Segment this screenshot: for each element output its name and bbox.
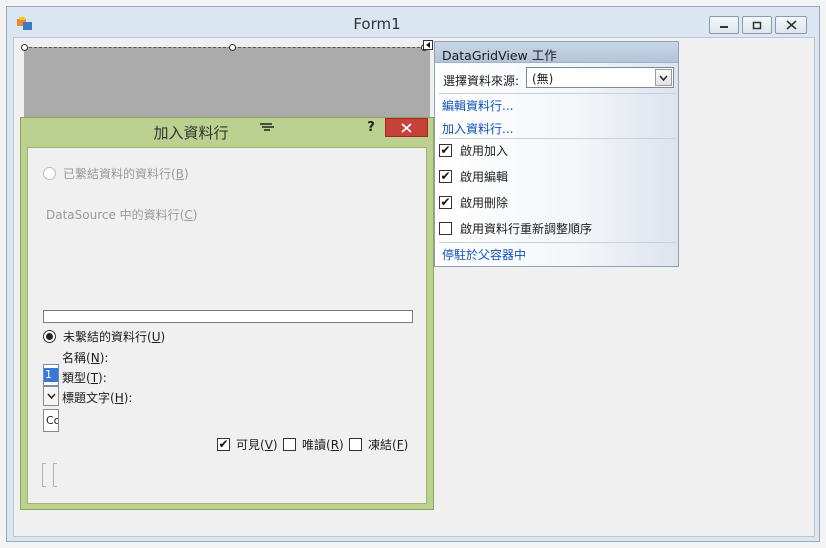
checkbox-box[interactable]: [439, 221, 452, 235]
radio-label: 未繫結的資料行(U): [63, 330, 166, 344]
checkbox-box[interactable]: ✔: [439, 169, 452, 183]
divider: [439, 138, 675, 139]
chevron-down-icon: [659, 75, 668, 81]
add-column-dialog: 加入資料行 ? 已繫結資料的資料行(B) DataSource 中的資料行(C)…: [20, 117, 434, 510]
minimize-button[interactable]: [709, 16, 739, 34]
close-button[interactable]: [775, 16, 807, 34]
datasource-columns-label: DataSource 中的資料行(C): [46, 208, 198, 222]
checkbox-box[interactable]: ✔: [439, 143, 452, 157]
close-icon: [401, 122, 412, 133]
checkbox-box[interactable]: ✔: [217, 437, 230, 451]
add-button[interactable]: [42, 463, 46, 487]
edit-columns-link[interactable]: 編輯資料行...: [442, 97, 513, 114]
checkbox-label: 啟用資料行重新調整順序: [460, 221, 593, 236]
minimize-icon: [720, 26, 728, 28]
type-label: 類型(T):: [62, 371, 107, 385]
checkbox-box[interactable]: ✔: [439, 195, 452, 209]
datasource-combo[interactable]: (無): [526, 67, 674, 88]
smart-tag-button[interactable]: [423, 40, 433, 50]
header-text-input[interactable]: Co: [43, 409, 59, 432]
checkbox-box[interactable]: [283, 437, 296, 451]
frozen-checkbox[interactable]: 凍結(F): [349, 436, 408, 452]
datasource-label: 選擇資料來源:: [443, 74, 520, 88]
type-combo[interactable]: [43, 386, 59, 406]
bound-column-radio[interactable]: 已繫結資料的資料行(B): [43, 165, 189, 182]
resize-handle[interactable]: [21, 44, 28, 51]
checkbox-label: 可見(V): [236, 437, 278, 452]
divider: [439, 242, 675, 243]
enable-editing-checkbox[interactable]: ✔ 啟用編輯: [439, 167, 508, 185]
close-button[interactable]: [53, 463, 57, 487]
window-title: Form1: [353, 15, 401, 33]
dock-in-parent-link[interactable]: 停駐於父容器中: [442, 246, 526, 263]
enable-deleting-checkbox[interactable]: ✔ 啟用刪除: [439, 193, 508, 211]
checkbox-label: 啟用加入: [460, 143, 509, 158]
header-text-label: 標題文字(H):: [62, 391, 133, 405]
name-label: 名稱(N):: [62, 351, 109, 365]
move-cursor-icon: [260, 123, 274, 131]
maximize-button[interactable]: [742, 16, 772, 34]
checkbox-label: 凍結(F): [368, 437, 409, 452]
radio-button[interactable]: [43, 167, 56, 180]
add-column-link[interactable]: 加入資料行...: [442, 120, 513, 137]
dialog-client-area: 已繫結資料的資料行(B) DataSource 中的資料行(C) 未繫結的資料行…: [27, 147, 427, 504]
unbound-column-radio[interactable]: 未繫結的資料行(U): [43, 328, 165, 345]
radio-button[interactable]: [43, 330, 56, 343]
form-titlebar[interactable]: Form1: [7, 7, 819, 37]
datasource-dropdown-button[interactable]: [655, 69, 672, 86]
dialog-title: 加入資料行: [153, 124, 229, 142]
enable-column-reorder-checkbox[interactable]: 啟用資料行重新調整順序: [439, 219, 592, 237]
visible-checkbox[interactable]: ✔ 可見(V): [217, 436, 278, 452]
datasource-columns-list[interactable]: [43, 310, 413, 323]
resize-handle[interactable]: [229, 44, 236, 51]
chevron-down-icon: [46, 393, 56, 399]
radio-label: 已繫結資料的資料行(B): [63, 167, 189, 181]
dialog-close-button[interactable]: [385, 118, 428, 137]
checkbox-box[interactable]: [349, 437, 362, 451]
datagridview-control[interactable]: [24, 47, 430, 127]
enable-adding-checkbox[interactable]: ✔ 啟用加入: [439, 141, 508, 159]
datasource-value: (無): [532, 72, 554, 86]
smart-tag-arrow-icon: [426, 42, 430, 48]
task-panel-header: DataGridView 工作: [435, 42, 678, 63]
close-icon: [785, 20, 797, 30]
checkbox-label: 唯讀(R): [302, 437, 344, 452]
checkbox-label: 啟用編輯: [460, 169, 509, 184]
readonly-checkbox[interactable]: 唯讀(R): [283, 436, 344, 452]
help-button[interactable]: ?: [359, 120, 383, 138]
datagridview-task-panel: DataGridView 工作 選擇資料來源: (無) 編輯資料行... 加入資…: [434, 41, 679, 267]
checkbox-label: 啟用刪除: [460, 195, 509, 210]
maximize-icon: [752, 21, 762, 29]
name-input[interactable]: 1: [43, 364, 59, 386]
divider: [439, 93, 675, 94]
